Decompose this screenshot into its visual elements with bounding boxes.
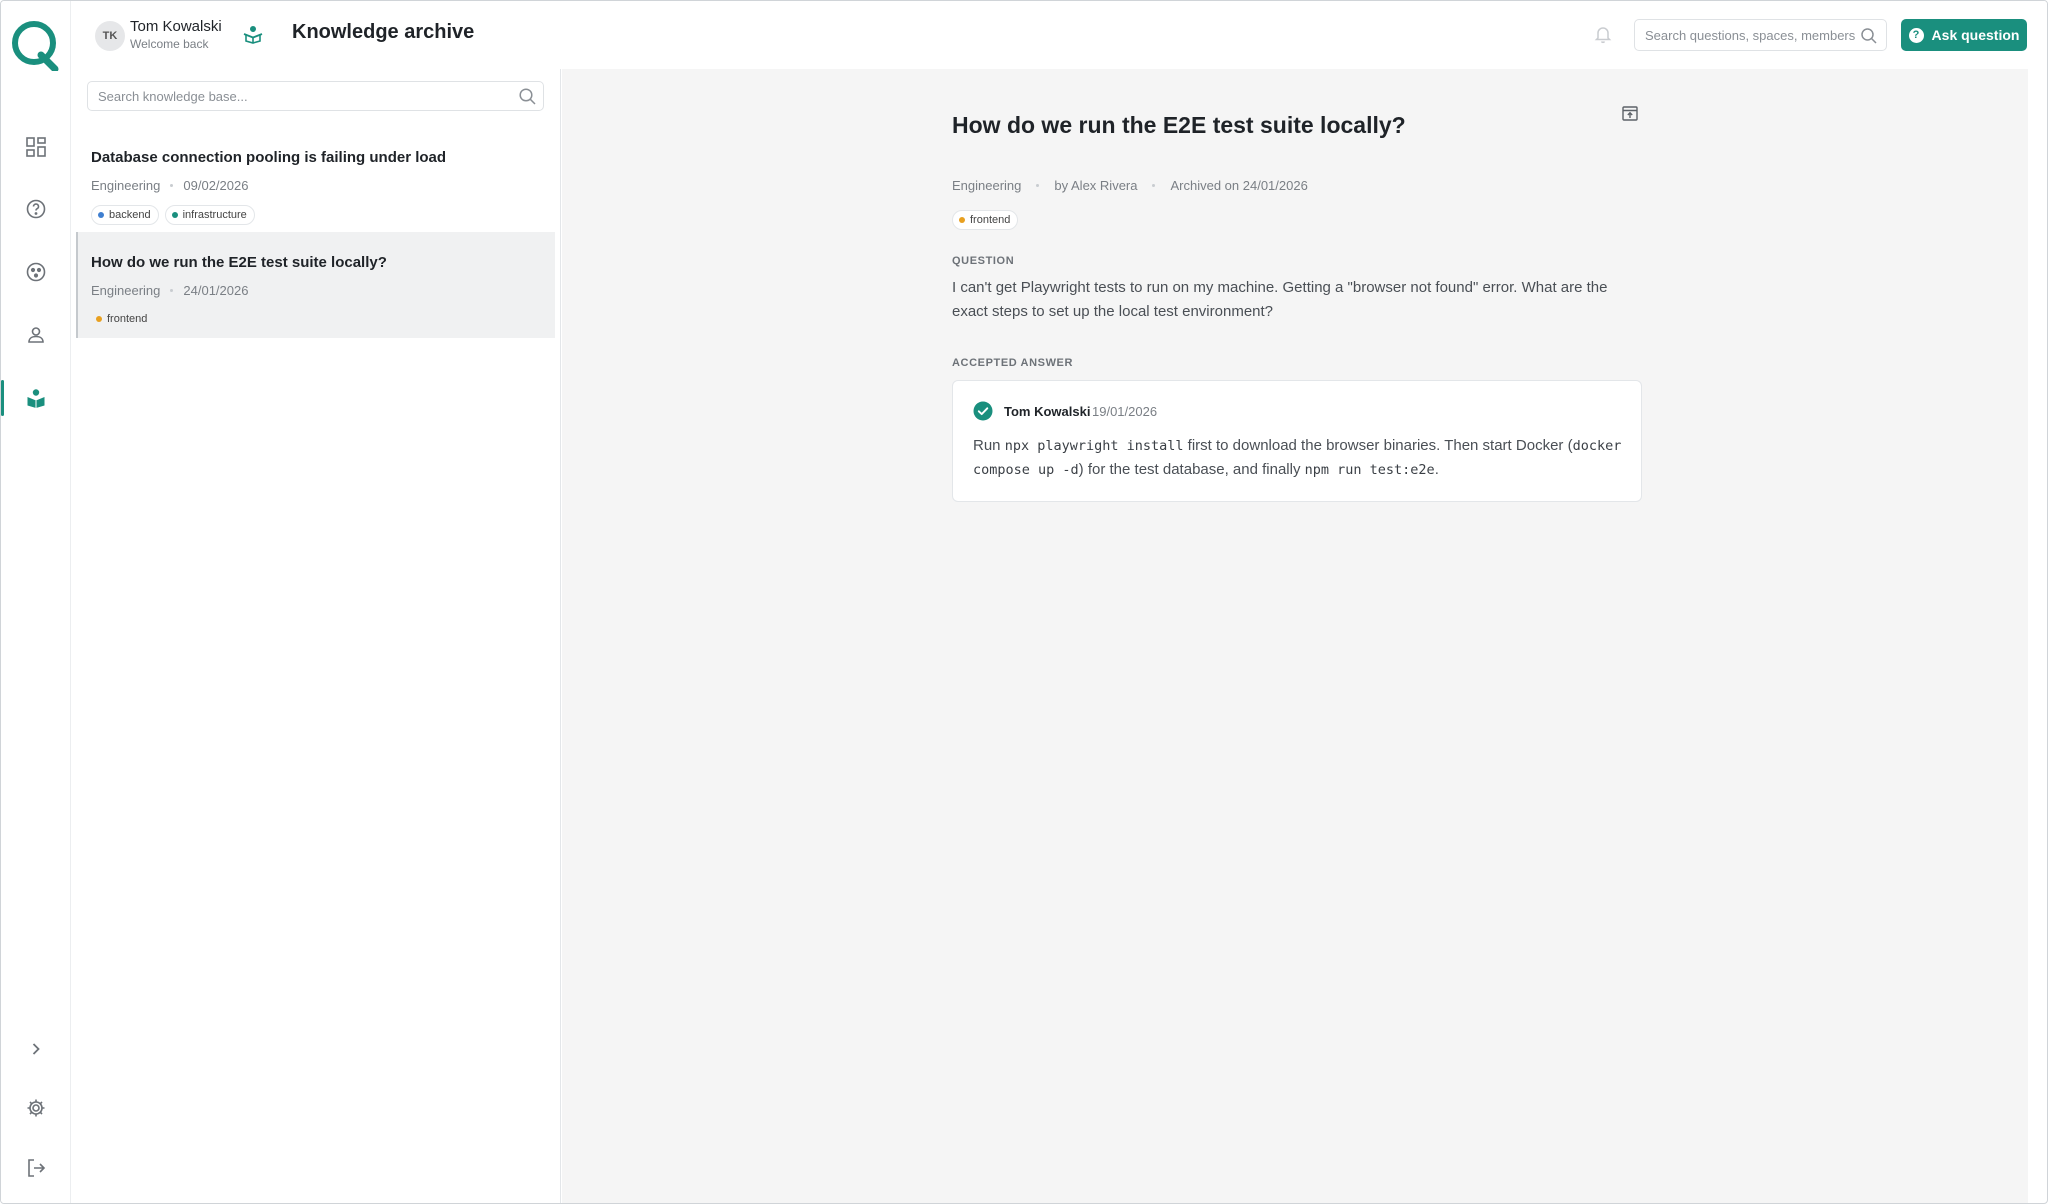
answer-author[interactable]: Tom Kowalski xyxy=(1004,404,1090,419)
answer-text: Run xyxy=(973,437,1005,454)
tag-dot xyxy=(171,212,178,218)
members-icon xyxy=(28,327,44,343)
archive-icon xyxy=(27,389,45,408)
global-search xyxy=(1634,19,1887,51)
rail-spaces[interactable] xyxy=(1,250,71,294)
question-section-label: QUESTION xyxy=(952,255,1015,267)
list-item-tags: backend infrastructure xyxy=(91,205,255,225)
tag-dot xyxy=(959,217,965,223)
ask-question-label: Ask question xyxy=(1931,27,2020,43)
archive-list-panel: Database connection pooling is failing u… xyxy=(72,69,632,1203)
tag-dot xyxy=(96,316,102,322)
answer-text: first to download the browser binaries. … xyxy=(1183,437,1573,454)
answer-date: 19/01/2026 xyxy=(1092,404,1158,419)
questions-icon xyxy=(26,199,46,219)
list-item-space: Engineering xyxy=(91,178,161,193)
global-search-input[interactable] xyxy=(1645,20,1855,50)
question-space[interactable]: Engineering xyxy=(952,178,1021,193)
list-item[interactable]: Database connection pooling is failing u… xyxy=(76,129,555,234)
app-window: TK Tom Kowalski Welcome back Knowledge a… xyxy=(0,0,2048,1204)
list-item-title: Database connection pooling is failing u… xyxy=(91,149,447,166)
list-item-meta: Engineering 09/02/2026 xyxy=(91,178,248,193)
tag[interactable]: backend xyxy=(91,205,159,225)
user-name: Tom Kowalski xyxy=(130,18,222,35)
archive-header-icon xyxy=(243,26,263,44)
tag[interactable]: frontend xyxy=(91,309,155,329)
inline-code: npm run test:e2e xyxy=(1304,462,1435,478)
settings-icon xyxy=(27,1099,45,1117)
page-title: Knowledge archive xyxy=(292,21,475,43)
expand-chevron-icon xyxy=(32,1043,40,1055)
avatar[interactable]: TK xyxy=(95,21,125,51)
list-item-date: 24/01/2026 xyxy=(183,283,249,298)
user-subtitle: Welcome back xyxy=(130,37,209,51)
app-logo-icon[interactable] xyxy=(11,19,59,71)
separator-dot xyxy=(1036,184,1040,187)
answer-text: ) for the test database, and finally xyxy=(1078,461,1305,478)
answer-body: Run npx playwright install first to down… xyxy=(973,434,1629,482)
tag-dot xyxy=(98,212,104,218)
unarchive-icon[interactable] xyxy=(1620,103,1640,123)
list-item-title: How do we run the E2E test suite locally… xyxy=(91,254,387,271)
rail-settings[interactable] xyxy=(1,1086,71,1130)
list-item-date: 09/02/2026 xyxy=(183,178,249,193)
logout-icon xyxy=(28,1159,46,1177)
separator-dot xyxy=(1152,184,1156,187)
kb-search xyxy=(87,81,544,111)
rail-logout[interactable] xyxy=(1,1146,71,1190)
answer-section-label: ACCEPTED ANSWER xyxy=(952,357,1074,369)
left-rail xyxy=(1,1,71,1203)
tag[interactable]: frontend xyxy=(952,210,1019,230)
rail-members[interactable] xyxy=(1,313,71,357)
list-item-meta: Engineering 24/01/2026 xyxy=(91,283,248,298)
kb-search-input[interactable] xyxy=(98,82,498,110)
tag-label: infrastructure xyxy=(182,209,247,221)
tag[interactable]: infrastructure xyxy=(164,205,255,225)
spaces-icon xyxy=(26,262,46,282)
question-detail: How do we run the E2E test suite locally… xyxy=(562,69,2028,1203)
list-item-space: Engineering xyxy=(91,283,161,298)
top-bar: TK Tom Kowalski Welcome back Knowledge a… xyxy=(71,1,2047,69)
search-icon[interactable] xyxy=(518,87,537,106)
separator-dot xyxy=(170,184,174,187)
rail-questions[interactable] xyxy=(1,187,71,231)
question-meta: Engineering by Alex Rivera Archived on 2… xyxy=(952,178,1308,193)
accepted-answer-card: Tom Kowalski 19/01/2026 Run npx playwrig… xyxy=(952,380,1642,502)
dashboard-icon xyxy=(26,137,46,157)
tag-label: frontend xyxy=(107,313,148,325)
question-body: I can't get Playwright tests to run on m… xyxy=(952,279,1608,320)
question-title: How do we run the E2E test suite locally… xyxy=(952,112,1406,138)
tag-label: frontend xyxy=(970,214,1011,226)
search-icon[interactable] xyxy=(1860,27,1878,45)
answer-text: . xyxy=(1434,461,1439,478)
inline-code: npx playwright install xyxy=(1004,438,1184,454)
list-item-tags: frontend xyxy=(91,309,155,329)
archived-date: Archived on 24/01/2026 xyxy=(1170,178,1308,193)
question-tags: frontend xyxy=(952,210,1019,230)
separator-dot xyxy=(170,289,174,292)
rail-dashboard[interactable] xyxy=(1,125,71,169)
tag-label: backend xyxy=(109,209,151,221)
ask-question-button[interactable]: ? Ask question xyxy=(1901,19,2027,51)
rail-expand[interactable] xyxy=(1,1027,71,1071)
rail-archive[interactable] xyxy=(1,376,71,420)
question-author: by Alex Rivera xyxy=(1054,178,1138,193)
check-circle-icon xyxy=(973,401,993,421)
bell-icon[interactable] xyxy=(1592,23,1614,45)
question-mark-icon: ? xyxy=(1908,27,1924,43)
list-item-selected[interactable]: How do we run the E2E test suite locally… xyxy=(76,232,555,338)
